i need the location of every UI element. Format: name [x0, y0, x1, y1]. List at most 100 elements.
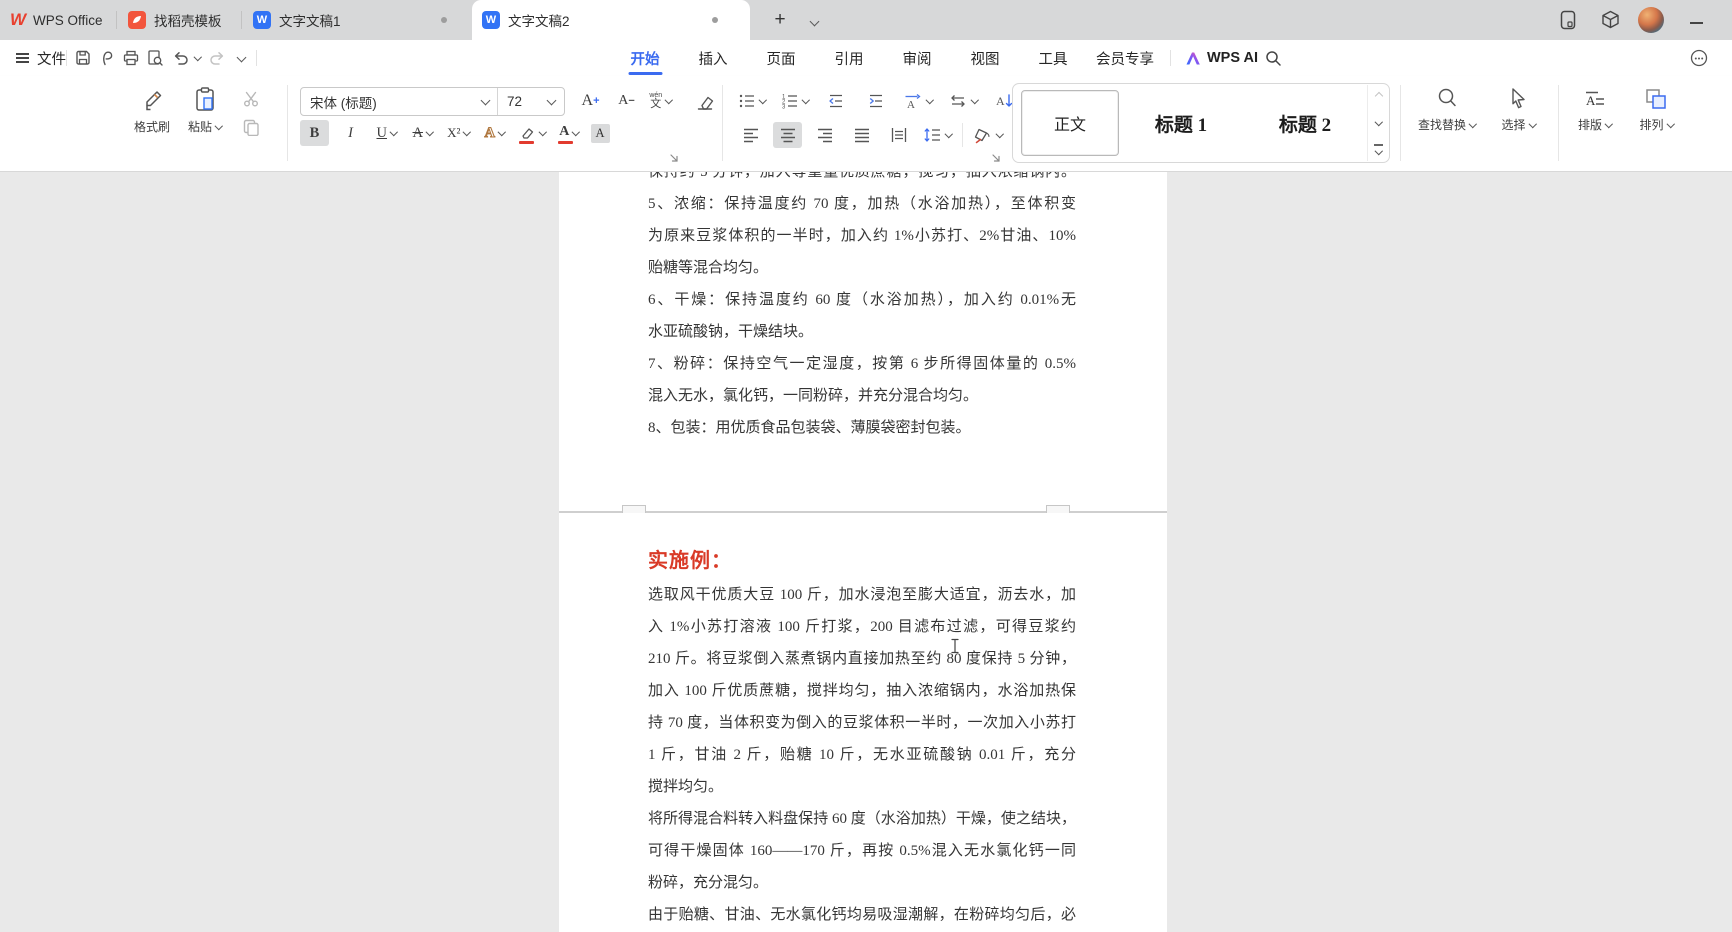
doc-line[interactable]: 1 斤，甘油 2 斤，贻糖 10 斤，无水亚硫酸钠 0.01 斤，充分	[648, 739, 1076, 771]
font-dialog-launcher-icon[interactable]	[668, 152, 680, 164]
save-icon[interactable]	[72, 47, 94, 69]
search-icon[interactable]	[1262, 47, 1284, 69]
quickbar-expand-icon[interactable]	[232, 47, 246, 69]
copy-icon[interactable]	[242, 118, 260, 136]
highlight-color-button[interactable]	[516, 120, 548, 146]
doc-line[interactable]: 由于贻糖、甘油、无水氯化钙均易吸湿潮解，在粉碎均匀后，必	[648, 899, 1076, 931]
two-way-convert-button[interactable]	[946, 88, 980, 114]
export-icon[interactable]	[96, 47, 118, 69]
doc-line[interactable]: 为原来豆浆体积的一半时，加入约 1%小苏打、2%甘油、10%	[648, 220, 1076, 252]
typeset-button[interactable]: A 排版	[1572, 84, 1618, 135]
increase-indent-button[interactable]	[861, 88, 890, 114]
doc-line[interactable]: 7、粉碎：保持空气一定湿度，按第 6 步所得固体量的 0.5%	[648, 348, 1076, 380]
menu-item-home[interactable]: 开始	[631, 40, 660, 76]
increase-font-button[interactable]: A+	[576, 88, 605, 114]
page-2-text[interactable]: 实施例： 选取风干优质大豆 100 斤，加水浸泡至膨大适宜，沥去水，加 入 1%…	[648, 544, 1076, 931]
menu-item-wps-ai[interactable]: WPS AI	[1185, 40, 1258, 76]
tab-document-2[interactable]: W 文字文稿2	[472, 0, 750, 40]
strikethrough-button[interactable]: A	[408, 120, 437, 146]
redo-icon[interactable]	[206, 47, 228, 69]
doc-line[interactable]: 保持约 5 分钟，加入等重量优质蔗糖，搅匀，抽入浓缩锅内。	[648, 172, 1076, 188]
doc-heading[interactable]: 实施例：	[648, 544, 1076, 578]
doc-line[interactable]: 将所得混合料转入料盘保持 60 度（水浴加热）干燥，使之结块，	[648, 803, 1076, 835]
style-normal[interactable]: 正文	[1021, 90, 1119, 156]
text-effect-button[interactable]: A	[480, 120, 509, 146]
print-icon[interactable]	[120, 47, 142, 69]
align-left-button[interactable]	[736, 122, 765, 148]
minimize-icon[interactable]	[1684, 11, 1708, 35]
doc-line[interactable]: 可得干燥固体 160——170 斤，再按 0.5%混入无水氯化钙一同	[648, 835, 1076, 867]
doc-line[interactable]: 8、包装：用优质食品包装袋、薄膜袋密封包装。	[648, 412, 1076, 444]
menu-item-page[interactable]: 页面	[767, 40, 796, 76]
paste-button[interactable]: 粘贴	[182, 84, 228, 137]
superscript-button[interactable]: X²	[444, 120, 473, 146]
doc-line[interactable]: 混入无水，氯化钙，一同粉碎，并充分混合均匀。	[648, 380, 1076, 412]
line-spacing-button[interactable]	[921, 122, 954, 148]
select-button[interactable]: 选择	[1496, 84, 1542, 135]
tab-template-store[interactable]: 找稻壳模板	[118, 0, 240, 40]
find-replace-button[interactable]: 查找替换	[1412, 84, 1482, 135]
style-heading-2[interactable]: 标题 2	[1243, 110, 1367, 137]
doc-line[interactable]: 持 70 度，当体积变为倒入的豆浆体积一半时，一次加入小苏打	[648, 707, 1076, 739]
menu-item-tools[interactable]: 工具	[1039, 40, 1068, 76]
numbered-list-button[interactable]: 123	[779, 88, 811, 114]
align-right-button[interactable]	[810, 122, 839, 148]
gallery-down-icon[interactable]	[1375, 118, 1383, 126]
workspace-cube-icon[interactable]	[1598, 8, 1622, 32]
decrease-indent-button[interactable]	[821, 88, 850, 114]
undo-icon[interactable]	[170, 47, 192, 69]
paragraph-dialog-launcher-icon[interactable]	[990, 152, 1002, 164]
doc-line[interactable]: 搅拌均匀。	[648, 771, 1076, 803]
cut-icon[interactable]	[242, 90, 260, 108]
doc-line[interactable]: 选取风干优质大豆 100 斤，加水浸泡至膨大适宜，沥去水，加	[648, 579, 1076, 611]
shading-button[interactable]	[971, 122, 1005, 148]
undo-chevron-icon[interactable]	[190, 47, 202, 69]
avatar[interactable]	[1638, 7, 1664, 33]
mobile-view-icon[interactable]	[1556, 8, 1580, 32]
bullet-list-button[interactable]	[736, 88, 768, 114]
menu-item-view[interactable]: 视图	[971, 40, 1000, 76]
menu-item-review[interactable]: 审阅	[903, 40, 932, 76]
menu-item-reference[interactable]: 引用	[835, 40, 864, 76]
wps-ai-icon	[1185, 51, 1201, 66]
arrange-button[interactable]: 排列	[1634, 84, 1680, 135]
doc-line[interactable]: 210 斤。将豆浆倒入蒸煮锅内直接加热至约 80 度保持 5 分钟，	[648, 643, 1076, 675]
doc-line[interactable]: 水亚硫酸钠，干燥结块。	[648, 316, 1076, 348]
bold-button[interactable]: B	[300, 120, 329, 146]
gallery-up-icon[interactable]	[1374, 92, 1382, 100]
new-tab-button[interactable]: +	[768, 8, 792, 32]
font-size-select[interactable]: 72	[498, 94, 564, 109]
doc-line[interactable]: 粉碎，充分混匀。	[648, 867, 1076, 899]
doc-line[interactable]: 6、干燥：保持温度约 60 度（水浴加热），加入约 0.01%无	[648, 284, 1076, 316]
style-heading-1[interactable]: 标题 1	[1119, 110, 1243, 137]
tab-document-1[interactable]: W 文字文稿1	[243, 0, 469, 40]
tab-wps-home[interactable]: W WPS Office	[0, 0, 115, 40]
clear-format-button[interactable]	[690, 88, 719, 114]
justify-button[interactable]	[847, 122, 876, 148]
char-shading-button[interactable]: A	[591, 124, 610, 143]
font-color-button[interactable]: A	[555, 120, 584, 146]
italic-button[interactable]: I	[336, 120, 365, 146]
page-1-text[interactable]: 保持约 5 分钟，加入等重量优质蔗糖，搅匀，抽入浓缩锅内。 5、浓缩：保持温度约…	[648, 172, 1076, 444]
doc-line[interactable]: 贻糖等混合均匀。	[648, 252, 1076, 284]
format-painter-button[interactable]: 格式刷	[128, 84, 176, 137]
pinyin-guide-button[interactable]: wén文	[646, 88, 675, 114]
doc-line[interactable]: 5、浓缩：保持温度约 70 度，加热（水浴加热），至体积变	[648, 188, 1076, 220]
distribute-button[interactable]	[884, 122, 913, 148]
cloud-more-icon[interactable]	[1688, 47, 1710, 69]
doc-line[interactable]: 入 1%小苏打溶液 100 斤打浆，200 目滤布过滤，可得豆浆约	[648, 611, 1076, 643]
print-preview-icon[interactable]	[144, 47, 166, 69]
document-canvas[interactable]: 保持约 5 分钟，加入等重量优质蔗糖，搅匀，抽入浓缩锅内。 5、浓缩：保持温度约…	[0, 172, 1732, 932]
decrease-font-button[interactable]: A−	[612, 88, 641, 114]
font-name-select[interactable]: 宋体 (标题) 72	[300, 87, 565, 116]
tab-list-chevron-icon[interactable]	[800, 10, 824, 34]
text-direction-button[interactable]: A	[901, 88, 935, 114]
file-menu-button[interactable]: 文件	[16, 40, 66, 76]
gallery-more-icon[interactable]	[1374, 144, 1383, 153]
doc-line[interactable]: 加入 100 斤优质蔗糖，搅拌均匀，抽入浓缩锅内，水浴加热保	[648, 675, 1076, 707]
eraser-icon	[695, 92, 715, 111]
align-center-button[interactable]	[773, 122, 802, 148]
menu-item-membership[interactable]: 会员专享	[1096, 40, 1154, 76]
menu-item-insert[interactable]: 插入	[699, 40, 728, 76]
underline-button[interactable]: U	[372, 120, 401, 146]
